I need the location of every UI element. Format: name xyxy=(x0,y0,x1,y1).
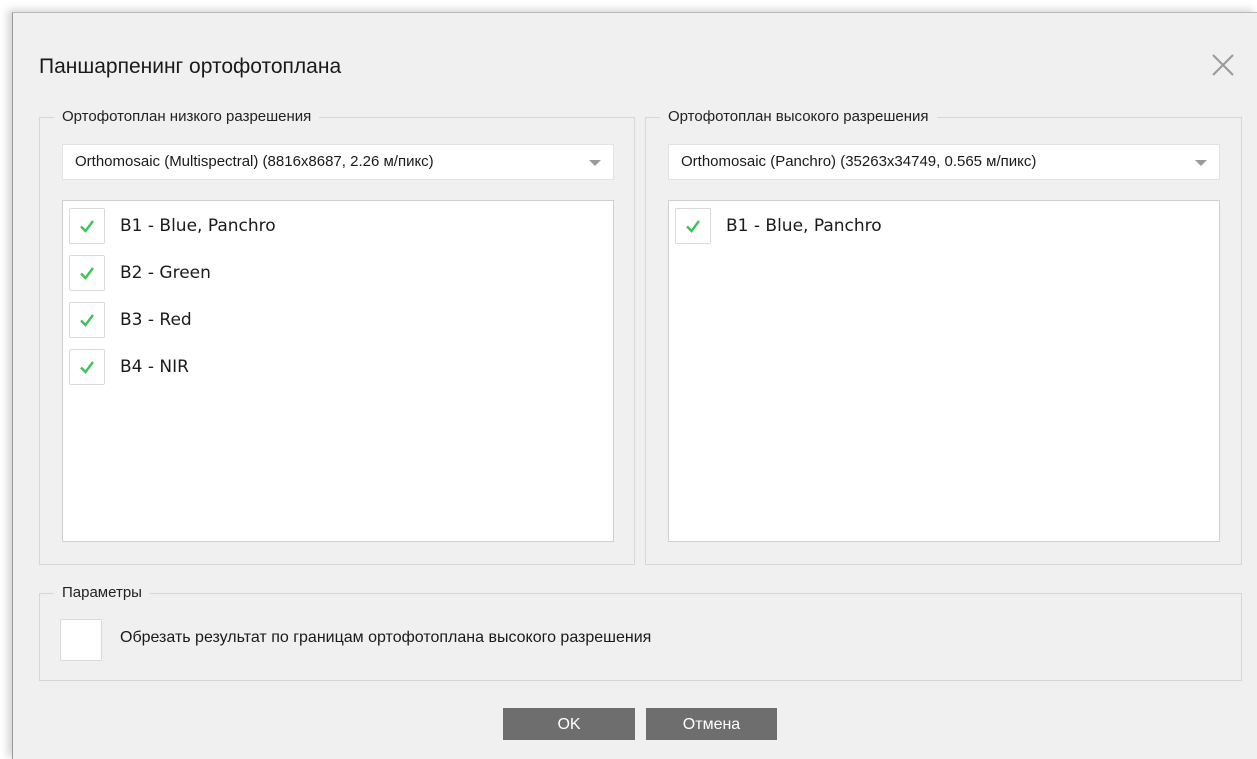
band-item-b4[interactable]: B4 - NIR xyxy=(69,347,189,387)
high-res-group: Ортофотоплан высокого разрешения Orthomo… xyxy=(645,107,1242,565)
high-res-legend: Ортофотоплан высокого разрешения xyxy=(660,107,937,127)
band-b1-label: B1 - Blue, Panchro xyxy=(726,216,882,236)
band-item-b1[interactable]: B1 - Blue, Panchro xyxy=(69,206,276,246)
cancel-button[interactable]: Отмена xyxy=(646,708,777,740)
close-button[interactable] xyxy=(1209,51,1237,79)
dialog-title: Паншарпенинг ортофотоплана xyxy=(39,55,342,78)
band-b1-label: B1 - Blue, Panchro xyxy=(120,216,276,236)
low-res-orthomosaic-select[interactable]: Orthomosaic (Multispectral) (8816x8687, … xyxy=(62,144,614,180)
band-b3-label: B3 - Red xyxy=(120,310,192,330)
band-b3-checkbox[interactable] xyxy=(69,302,105,338)
band-b2-checkbox[interactable] xyxy=(69,255,105,291)
pansharpening-dialog: Паншарпенинг ортофотоплана Ортофотоплан … xyxy=(12,12,1257,759)
band-b4-label: B4 - NIR xyxy=(120,357,189,377)
low-res-legend: Ортофотоплан низкого разрешения xyxy=(54,107,320,127)
low-res-band-list[interactable]: B1 - Blue, Panchro B2 - Green B3 - Red B… xyxy=(62,200,614,542)
parameters-legend: Параметры xyxy=(54,583,150,603)
band-b2-label: B2 - Green xyxy=(120,263,211,283)
high-res-selected-value: Orthomosaic (Panchro) (35263x34749, 0.56… xyxy=(681,153,1037,170)
low-res-group: Ортофотоплан низкого разрешения Orthomos… xyxy=(39,107,635,565)
check-icon xyxy=(80,314,94,327)
band-item-b2[interactable]: B2 - Green xyxy=(69,253,211,293)
high-res-band-list[interactable]: B1 - Blue, Panchro xyxy=(668,200,1220,542)
band-item-b3[interactable]: B3 - Red xyxy=(69,300,192,340)
clip-to-high-res-checkbox[interactable] xyxy=(60,619,102,661)
check-icon xyxy=(80,267,94,280)
band-b1-checkbox[interactable] xyxy=(675,208,711,244)
ok-button[interactable]: OK xyxy=(503,708,635,740)
chevron-down-icon xyxy=(1195,160,1207,166)
band-b1-checkbox[interactable] xyxy=(69,208,105,244)
check-icon xyxy=(686,220,700,233)
low-res-selected-value: Orthomosaic (Multispectral) (8816x8687, … xyxy=(75,153,434,170)
close-icon xyxy=(1212,54,1234,76)
parameters-group: Параметры Обрезать результат по границам… xyxy=(39,583,1242,681)
high-res-orthomosaic-select[interactable]: Orthomosaic (Panchro) (35263x34749, 0.56… xyxy=(668,144,1220,180)
check-icon xyxy=(80,220,94,233)
clip-to-high-res-label: Обрезать результат по границам ортофотоп… xyxy=(120,629,652,646)
chevron-down-icon xyxy=(589,160,601,166)
band-item-b1[interactable]: B1 - Blue, Panchro xyxy=(675,206,882,246)
check-icon xyxy=(80,361,94,374)
band-b4-checkbox[interactable] xyxy=(69,349,105,385)
